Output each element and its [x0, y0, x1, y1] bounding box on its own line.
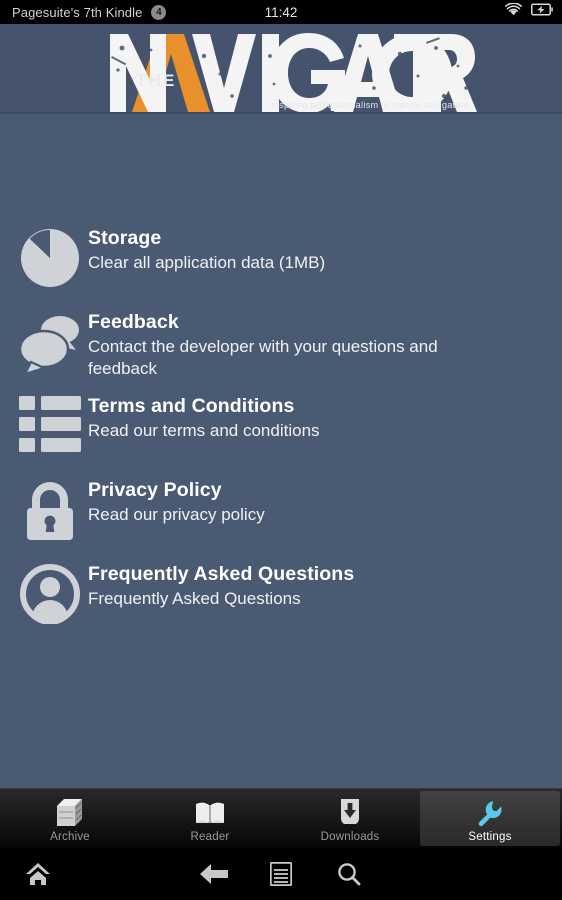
setting-subtitle: Read our privacy policy [88, 505, 265, 524]
device-screen: Pagesuite's 7th Kindle 4 11:42 THE Inspi… [0, 0, 562, 900]
setting-text-storage: Storage Clear all application data (1MB) [88, 226, 546, 274]
privacy-lock-icon [12, 478, 88, 550]
setting-item-privacy[interactable]: Privacy Policy Read our privacy policy [0, 478, 562, 550]
navigator-logo: THE Inspiring professionalism in marine … [88, 26, 478, 114]
navigator-logo-svg: THE Inspiring professionalism in marine … [110, 33, 477, 114]
setting-text-feedback: Feedback Contact the developer with your… [88, 310, 546, 380]
tab-label: Settings [468, 830, 512, 843]
reader-book-icon [195, 798, 225, 828]
settings-wrench-icon [477, 798, 503, 828]
tab-downloads[interactable]: Downloads [280, 789, 420, 848]
feedback-speech-bubbles-icon [12, 310, 88, 382]
downloads-arrow-icon [339, 798, 361, 828]
notification-count-badge: 4 [151, 4, 167, 20]
setting-title: Frequently Asked Questions [88, 563, 355, 585]
device-name-label: Pagesuite's 7th Kindle [12, 4, 143, 20]
back-arrow-icon[interactable] [186, 848, 242, 900]
setting-subtitle: Read our terms and conditions [88, 421, 320, 440]
battery-charging-icon [531, 3, 553, 21]
setting-subtitle: Clear all application data (1MB) [88, 253, 326, 272]
setting-title: Feedback [88, 311, 179, 333]
tab-reader[interactable]: Reader [140, 789, 280, 848]
setting-subtitle: Contact the developer with your question… [88, 337, 438, 378]
storage-pie-icon [12, 226, 88, 298]
faq-person-icon [12, 562, 88, 634]
setting-title: Storage [88, 227, 162, 249]
setting-item-faq[interactable]: Frequently Asked Questions Frequently As… [0, 562, 562, 634]
tab-archive[interactable]: Archive [0, 789, 140, 848]
setting-title: Terms and Conditions [88, 395, 295, 417]
setting-text-faq: Frequently Asked Questions Frequently As… [88, 562, 546, 610]
setting-title: Privacy Policy [88, 479, 222, 501]
search-icon[interactable] [322, 848, 376, 900]
app-header: THE Inspiring professionalism in marine … [0, 24, 562, 114]
settings-list: Storage Clear all application data (1MB)… [0, 116, 562, 788]
status-bar: Pagesuite's 7th Kindle 4 11:42 [0, 0, 562, 24]
tab-label: Reader [190, 830, 230, 843]
tab-settings[interactable]: Settings [420, 791, 560, 846]
status-bar-right [505, 0, 553, 24]
setting-text-privacy: Privacy Policy Read our privacy policy [88, 478, 546, 526]
menu-icon[interactable] [254, 848, 308, 900]
setting-item-terms[interactable]: Terms and Conditions Read our terms and … [0, 394, 562, 466]
system-navigation-bar [0, 848, 562, 900]
archive-cabinet-icon [57, 798, 83, 828]
logo-the-text: THE [136, 71, 177, 90]
status-bar-left: Pagesuite's 7th Kindle 4 [0, 4, 167, 20]
logo-tagline: Inspiring professionalism in marine navi… [271, 100, 469, 110]
setting-subtitle: Frequently Asked Questions [88, 589, 301, 608]
home-icon[interactable] [10, 848, 66, 900]
tab-label: Archive [50, 830, 90, 843]
bottom-tab-bar: Archive Reader Downloads Settings [0, 788, 562, 848]
terms-list-icon [12, 394, 88, 466]
setting-text-terms: Terms and Conditions Read our terms and … [88, 394, 546, 442]
tab-label: Downloads [320, 830, 380, 843]
setting-item-storage[interactable]: Storage Clear all application data (1MB) [0, 226, 562, 298]
wifi-icon [505, 2, 522, 21]
setting-item-feedback[interactable]: Feedback Contact the developer with your… [0, 310, 562, 382]
